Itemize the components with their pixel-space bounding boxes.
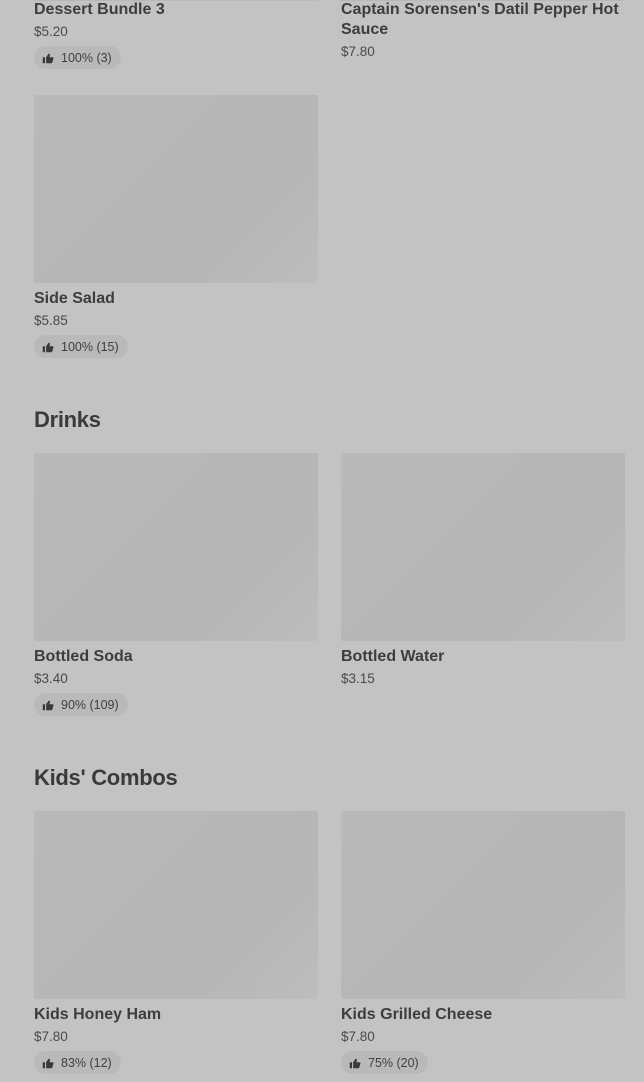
menu-item-hot-sauce[interactable]: Captain Sorensen's Datil Pepper Hot Sauc… [341, 0, 625, 61]
rating-text: 83% (12) [61, 1055, 112, 1070]
item-name: Kids Honey Ham [34, 1006, 162, 1023]
item-price: $3.15 [341, 671, 375, 686]
item-name: Side Salad [34, 290, 115, 307]
item-price: $3.40 [34, 671, 68, 686]
item-name: Dessert Bundle 3 [34, 1, 165, 18]
item-name: Kids Grilled Cheese [341, 1006, 493, 1023]
item-image [34, 811, 318, 999]
menu-item-bottled-water[interactable]: Bottled Water $3.15 [341, 453, 625, 688]
menu-item-kids-grilled-cheese[interactable]: Kids Grilled Cheese $7.80 75% (20) [341, 811, 625, 1074]
rating-text: 100% (3) [61, 50, 112, 65]
menu-item-side-salad[interactable]: Side Salad $5.85 100% (15) [34, 95, 318, 358]
thumbs-up-icon [42, 53, 54, 63]
item-image [34, 95, 318, 283]
menu-item-bottled-soda[interactable]: Bottled Soda $3.40 90% (109) [34, 453, 318, 716]
item-name: Captain Sorensen's Datil Pepper Hot Sauc… [341, 1, 619, 38]
rating-badge: 100% (3) [34, 46, 121, 69]
rating-badge: 83% (12) [34, 1051, 121, 1074]
thumbs-up-icon [42, 342, 54, 352]
thumbs-up-icon [42, 1058, 54, 1068]
item-price: $5.85 [34, 313, 68, 328]
item-name: Bottled Water [341, 648, 445, 665]
item-image [341, 811, 625, 999]
rating-text: 100% (15) [61, 339, 119, 354]
section-title-kids-combos: Kids' Combos [34, 765, 178, 790]
item-price: $7.80 [34, 1029, 68, 1044]
item-price: $5.20 [34, 24, 68, 39]
item-image [341, 453, 625, 641]
rating-text: 90% (109) [61, 697, 119, 712]
menu-item-kids-honey-ham[interactable]: Kids Honey Ham $7.80 83% (12) [34, 811, 318, 1074]
rating-badge: 90% (109) [34, 693, 128, 716]
item-name: Bottled Soda [34, 648, 133, 665]
menu-page: Dessert Bundle 3 $5.20 100% (3) Captain … [0, 0, 644, 1082]
rating-text: 75% (20) [368, 1055, 419, 1070]
thumbs-up-icon [349, 1058, 361, 1068]
section-title-drinks: Drinks [34, 407, 101, 432]
rating-badge: 100% (15) [34, 335, 128, 358]
item-price: $7.80 [341, 1029, 375, 1044]
thumbs-up-icon [42, 700, 54, 710]
menu-item-dessert-bundle-3[interactable]: Dessert Bundle 3 $5.20 100% (3) [34, 0, 318, 69]
item-image [34, 453, 318, 641]
rating-badge: 75% (20) [341, 1051, 428, 1074]
item-price: $7.80 [341, 44, 375, 59]
